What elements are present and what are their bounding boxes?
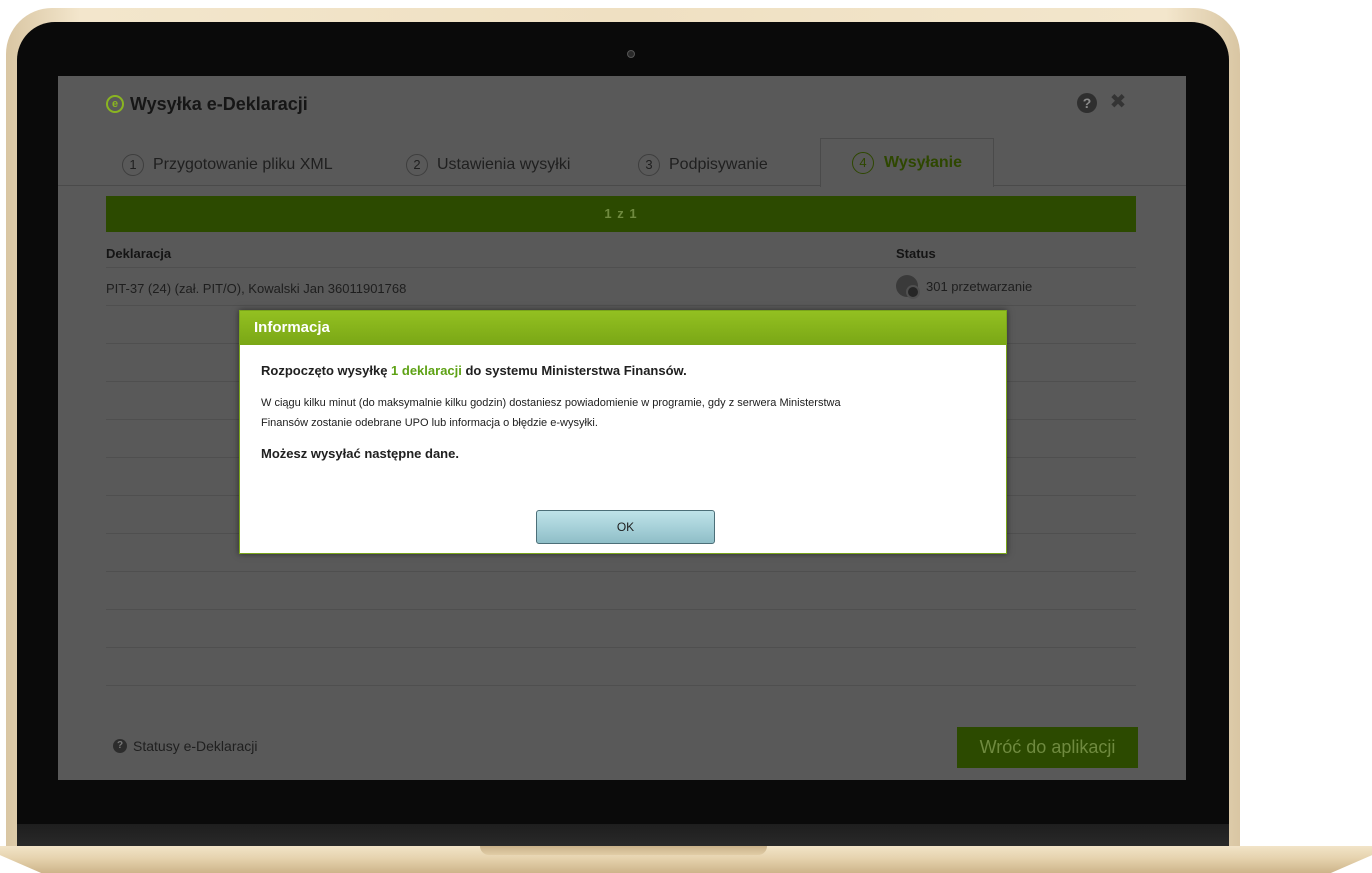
row-divider [106, 685, 1136, 686]
table-row-status: 301 przetwarzanie [896, 275, 1033, 299]
step-number-1: 1 [122, 154, 144, 176]
row-divider [106, 571, 1136, 572]
tab-label: Przygotowanie pliku XML [153, 156, 333, 173]
help-circle-icon: ? [113, 739, 127, 753]
laptop-base-notch [480, 846, 767, 855]
row-divider [106, 609, 1136, 610]
tab-sending[interactable]: 4 Wysyłanie [820, 138, 994, 187]
row-divider [106, 647, 1136, 648]
declaration-count-highlight: 1 deklaracji [391, 363, 462, 378]
camera-icon [627, 50, 635, 58]
dialog-message-line: Finansów zostanie odebrane UPO lub infor… [261, 417, 598, 429]
tab-signing[interactable]: 3 Podpisywanie [638, 148, 768, 182]
ok-button[interactable]: OK [536, 510, 715, 544]
close-icon[interactable]: ✖ [1108, 92, 1128, 112]
row-divider [106, 305, 1136, 306]
tab-xml[interactable]: 1 Przygotowanie pliku XML [122, 148, 333, 182]
tab-label: Ustawienia wysyłki [437, 156, 571, 173]
statuses-help-label: Statusy e-Deklaracji [133, 738, 258, 754]
back-to-app-button[interactable]: Wróć do aplikacji [957, 727, 1138, 768]
dialog-message: W ciągu kilku minut (do maksymalnie kilk… [261, 393, 984, 433]
dialog-title: Informacja [240, 311, 1006, 345]
column-header-declaration: Deklaracja [106, 246, 172, 261]
step-number-2: 2 [406, 154, 428, 176]
dialog-note: Możesz wysyłać następne dane. [261, 446, 459, 461]
info-dialog: Informacja Rozpoczęto wysyłkę 1 deklarac… [239, 310, 1007, 554]
statuses-help-link[interactable]: ? Statusy e-Deklaracji [113, 738, 258, 754]
lead-text: Rozpoczęto wysyłkę [261, 363, 392, 378]
app-header: e Wysyłka e-Deklaracji [106, 92, 308, 116]
table-row-declaration: PIT-37 (24) (zał. PIT/O), Kowalski Jan 3… [106, 281, 407, 296]
tab-label: Podpisywanie [669, 156, 768, 173]
step-number-3: 3 [638, 154, 660, 176]
page-title: Wysyłka e-Deklaracji [130, 93, 308, 114]
dialog-message-line: W ciągu kilku minut (do maksymalnie kilk… [261, 397, 841, 409]
status-text: 301 przetwarzanie [926, 278, 1033, 294]
column-header-status: Status [896, 246, 936, 261]
tab-label: Wysyłanie [884, 154, 962, 171]
step-number-4: 4 [852, 152, 875, 174]
processing-status-icon [896, 275, 920, 299]
dialog-body: Rozpoczęto wysyłkę 1 deklaracji do syste… [240, 345, 1006, 461]
e-logo-icon: e [106, 95, 124, 113]
row-divider [106, 267, 1136, 268]
progress-bar: 1 z 1 [106, 196, 1136, 232]
wizard-tabs: 1 Przygotowanie pliku XML 2 Ustawienia w… [58, 138, 1186, 187]
tab-settings[interactable]: 2 Ustawienia wysyłki [406, 148, 570, 182]
app-window: e Wysyłka e-Deklaracji ? ✖ 1 Przygotowan… [58, 76, 1186, 780]
lead-text-end: do systemu Ministerstwa Finansów. [461, 363, 687, 378]
help-icon[interactable]: ? [1077, 93, 1097, 113]
dialog-lead: Rozpoczęto wysyłkę 1 deklaracji do syste… [261, 363, 984, 378]
